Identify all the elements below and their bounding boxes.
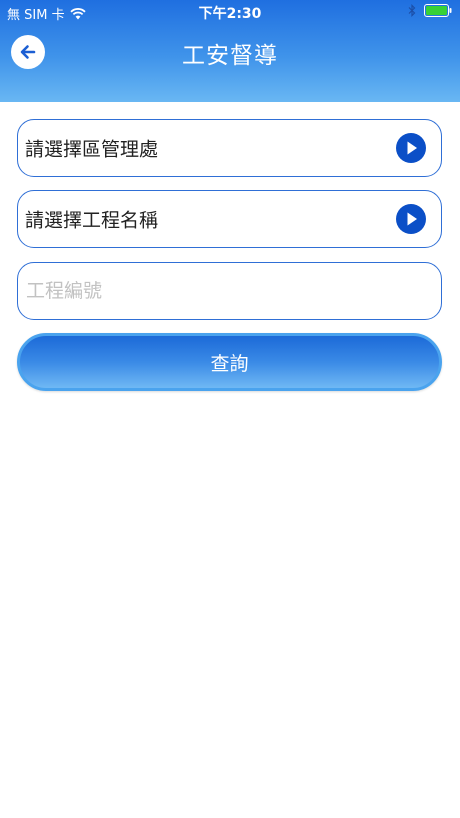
bluetooth-icon <box>408 4 416 17</box>
query-button-label: 查詢 <box>210 352 249 375</box>
project-select[interactable]: 請選擇工程名稱 <box>17 190 442 248</box>
district-select[interactable]: 請選擇區管理處 <box>17 119 442 177</box>
status-time: 下午2:30 <box>198 6 262 22</box>
battery-icon <box>424 4 452 17</box>
page-title: 工安督導 <box>182 43 278 69</box>
play-arrow-icon <box>396 133 426 163</box>
project-number-input[interactable] <box>17 262 442 320</box>
play-arrow-icon <box>396 204 426 234</box>
app-header: 無 SIM 卡 下午2:30 工安督導 <box>0 0 460 102</box>
district-select-label: 請選擇區管理處 <box>25 138 159 161</box>
status-right <box>408 4 452 17</box>
query-button[interactable]: 查詢 <box>17 333 442 391</box>
status-bar: 無 SIM 卡 下午2:30 <box>0 0 460 24</box>
project-select-label: 請選擇工程名稱 <box>25 209 159 232</box>
